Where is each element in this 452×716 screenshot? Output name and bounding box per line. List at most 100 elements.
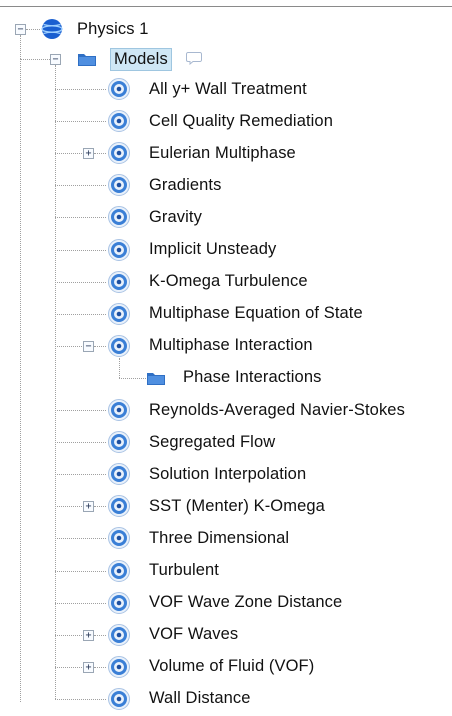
implicit-unsteady-label-row[interactable]: Implicit Unsteady [149,236,276,264]
tree-guide-line [55,410,106,411]
sphere-icon [41,18,63,40]
k-omega-turbulence-label: K-Omega Turbulence [149,272,308,291]
tree-guide-line [55,538,106,540]
tree-guide-line [55,89,106,90]
vof-waves-label-row[interactable]: VOF Waves [149,621,238,649]
eulerian-multiphase-label-row[interactable]: Eulerian Multiphase [149,139,296,167]
vof-waves-label: VOF Waves [149,625,239,644]
phase-interactions-label: Phase Interactions [183,368,322,387]
tree-guide-line [55,281,106,283]
vof-wave-zone-distance-label-row[interactable]: VOF Wave Zone Distance [149,589,342,617]
reynolds-averaged-navier-stokes-label: Reynolds-Averaged Navier-Stokes [149,400,405,419]
tree-guide-line [26,29,40,30]
multiphase-equation-of-state-label: Multiphase Equation of State [149,304,363,323]
wall-distance-label: Wall Distance [149,689,251,708]
tree-guide-line [94,666,106,668]
tree-guide-line [55,249,106,251]
all-y-wall-treatment-label: All y+ Wall Treatment [149,79,307,98]
tree-guide-line [55,698,106,700]
multiphase-interaction-label: Multiphase Interaction [149,336,313,355]
eulerian-multiphase-label: Eulerian Multiphase [149,143,296,162]
model-node-icon [107,526,131,550]
tree-guide-line [94,345,106,347]
physics-tree: − Physics 1 − Models All y+ Wall Treatmen… [0,0,452,710]
model-node-icon [107,109,131,133]
tree-guide-line [55,506,82,508]
tree-guide-line [55,602,106,604]
tree-guide-line [55,313,106,315]
three-dimensional-label: Three Dimensional [149,528,290,547]
sst-menter-k-omega-label-row[interactable]: SST (Menter) K-Omega [149,492,325,520]
models-label-row[interactable]: Models [110,45,172,73]
tree-guide-line [119,377,146,379]
tree-guide-line [55,345,82,347]
model-node-icon [107,334,131,358]
model-node-icon [107,591,131,615]
three-dimensional-label-row[interactable]: Three Dimensional [149,524,289,552]
reynolds-averaged-navier-stokes-label-row[interactable]: Reynolds-Averaged Navier-Stokes [149,396,405,424]
tree-guide-line [94,506,106,508]
model-node-icon [107,559,131,583]
model-node-icon [107,270,131,294]
multiphase-interaction-toggle[interactable]: − [83,340,94,352]
models-label: Models [110,47,172,71]
eulerian-multiphase-toggle[interactable]: + [83,148,94,160]
vof-waves-toggle[interactable]: + [83,629,94,641]
tree-guide-line [94,153,106,155]
tree-guide-line [55,121,106,123]
turbulent-label-row[interactable]: Turbulent [149,557,219,585]
folder-icon [146,370,166,386]
tree-guide-line [55,65,56,699]
tree-guide-line [20,59,50,60]
model-node-icon [107,623,131,647]
folder-icon [77,51,97,67]
segregated-flow-label-row[interactable]: Segregated Flow [149,428,275,456]
tree-guide-line [119,357,120,378]
model-node-icon [107,687,131,711]
tree-guide-line [55,185,106,187]
physics-1-toggle[interactable]: − [15,24,26,35]
cell-quality-remediation-label: Cell Quality Remediation [149,111,333,130]
cell-quality-remediation-label-row[interactable]: Cell Quality Remediation [149,107,333,135]
gravity-label: Gravity [149,207,202,226]
gradients-label-row[interactable]: Gradients [149,171,221,199]
vof-wave-zone-distance-label: VOF Wave Zone Distance [149,593,343,612]
solution-interpolation-label: Solution Interpolation [149,464,307,483]
model-node-icon [107,205,131,229]
phase-interactions-label-row[interactable]: Phase Interactions [183,364,321,392]
wall-distance-label-row[interactable]: Wall Distance [149,685,251,713]
model-node-icon [107,302,131,326]
volume-of-fluid-vof-toggle[interactable]: + [83,661,94,673]
gravity-label-row[interactable]: Gravity [149,203,202,231]
tree-guide-line [20,59,21,702]
model-node-icon [107,430,131,454]
k-omega-turbulence-label-row[interactable]: K-Omega Turbulence [149,268,308,296]
segregated-flow-label: Segregated Flow [149,432,276,451]
volume-of-fluid-vof-label-row[interactable]: Volume of Fluid (VOF) [149,653,314,681]
tree-guide-line [55,474,106,476]
sst-menter-k-omega-label: SST (Menter) K-Omega [149,496,325,515]
physics-1-label: Physics 1 [77,19,149,38]
tree-guide-line [20,35,21,59]
tree-guide-line [55,153,82,155]
physics-1-label-row[interactable]: Physics 1 [77,15,149,43]
model-node-icon [107,141,131,165]
gradients-label: Gradients [149,175,222,194]
model-node-icon [107,655,131,679]
solution-interpolation-label-row[interactable]: Solution Interpolation [149,460,306,488]
model-node-icon [107,238,131,262]
model-node-icon [107,462,131,486]
model-node-icon [107,77,131,101]
models-toggle[interactable]: − [50,54,61,65]
multiphase-equation-of-state-label-row[interactable]: Multiphase Equation of State [149,300,363,328]
comment-bubble-icon [186,51,202,66]
all-y-wall-treatment-label-row[interactable]: All y+ Wall Treatment [149,75,307,103]
tree-guide-line [94,634,106,636]
sst-menter-k-omega-toggle[interactable]: + [83,501,94,513]
turbulent-label: Turbulent [149,561,219,579]
model-node-icon [107,173,131,197]
tree-guide-line [55,442,106,444]
tree-guide-line [55,217,106,219]
model-node-icon [107,494,131,518]
multiphase-interaction-label-row[interactable]: Multiphase Interaction [149,332,313,360]
